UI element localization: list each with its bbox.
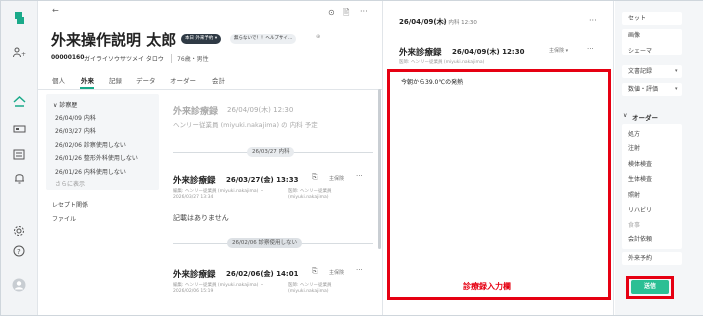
editor-more-button[interactable]: ···	[587, 45, 594, 53]
record-insurance: 主保険	[329, 270, 345, 276]
record-more-button[interactable]: ···	[356, 266, 363, 274]
user-avatar-icon[interactable]	[10, 278, 28, 292]
order-item[interactable]: 会計依頼	[622, 234, 682, 243]
record-doctor-id: (miyuki.nakajima)	[288, 195, 329, 200]
scrollbar[interactable]	[378, 89, 381, 249]
history-toggle[interactable]: ∨ 診察歴	[53, 100, 77, 109]
header-icon-2[interactable]: 🖹	[343, 7, 349, 21]
visit-badge[interactable]: 本日 外来予約 ▾	[181, 34, 222, 44]
record-divider-label: 26/03/27 内科	[247, 147, 295, 157]
record-title: 外来診療録	[173, 176, 216, 186]
patient-name: 外来操作説明 太郎	[51, 31, 177, 49]
help-icon[interactable]: ?	[10, 244, 28, 258]
home-icon[interactable]	[10, 94, 28, 108]
set-button[interactable]: セット	[622, 12, 682, 25]
record-date: 26/02/06(金) 14:01	[226, 270, 299, 278]
tab-outpatient[interactable]: 外来	[81, 75, 94, 85]
record-editor: 編集: ヘンリー従業員 (miyuki.nakajima) ・	[173, 189, 265, 194]
send-button[interactable]: 送信	[631, 280, 669, 294]
record-divider-label: 26/02/06 診察使用しない	[227, 238, 302, 248]
record-input-highlight	[387, 69, 611, 300]
show-more-link[interactable]: さらに表示	[55, 179, 85, 188]
patient-pane: ← ⊙ 🖹 ··· 外来操作説明 太郎 本日 外来予約 ▾ 無らないで！！ヘルプ…	[38, 1, 383, 315]
note-badge[interactable]: 無らないで！！ヘルプサイ…	[230, 34, 297, 44]
order-item[interactable]: 処方	[622, 129, 682, 138]
evaluation-button[interactable]: 数値・評価	[622, 83, 682, 96]
history-item[interactable]: 26/04/09 内科	[55, 113, 96, 122]
record-edited-at: 2026/02/06 15:19	[173, 289, 214, 294]
record-title: 外来診療録	[173, 270, 216, 280]
record-doctor: 医師: ヘンリー従業員	[288, 283, 332, 288]
insurance-select[interactable]: 主保険 ▾	[549, 47, 568, 54]
editor-top-dept: ∞ 内科 12:30	[442, 20, 477, 26]
editor-date: 26/04/09(木) 12:30	[452, 48, 525, 56]
record-input-field[interactable]: 今朝から39.0℃の発熱	[401, 77, 463, 86]
header-more-button[interactable]: ···	[360, 7, 368, 16]
editor-top-date: 26/04/09(木)	[399, 18, 447, 26]
schema-button[interactable]: シェーマ	[622, 45, 682, 58]
order-side-panel: セット 画像 シェーマ 文書記録 ▾ 数値・評価 ▾ ∨ オーダー 処方 注射 …	[615, 1, 703, 315]
file-link[interactable]: ファイル	[52, 214, 76, 223]
history-item[interactable]: 26/02/06 診察使用しない	[55, 140, 126, 149]
order-item[interactable]: 食事	[622, 220, 682, 229]
back-arrow-icon[interactable]: ←	[52, 6, 59, 15]
bed-icon[interactable]	[10, 122, 28, 136]
users-icon[interactable]: +	[10, 45, 28, 59]
history-item[interactable]: 26/03/27 内科	[55, 126, 96, 135]
order-item[interactable]: リハビリ	[622, 205, 682, 214]
document-button[interactable]: 文書記録	[622, 65, 682, 78]
record-date: 26/03/27(金) 13:33	[226, 176, 299, 184]
tab-personal[interactable]: 個人	[52, 75, 65, 85]
order-item[interactable]: 注射	[622, 143, 682, 152]
global-nav: + ?	[1, 1, 38, 315]
order-item[interactable]: 検体検査	[622, 159, 682, 168]
receipt-link[interactable]: レセプト関係	[52, 200, 88, 209]
patient-id: 00000160	[51, 54, 85, 61]
chevron-down-icon: ▾	[675, 68, 678, 74]
order-item[interactable]: 生体検査	[622, 174, 682, 183]
record-sub: ヘンリー従業員 (miyuki.nakajima) の 内科 予定	[173, 121, 318, 129]
record-date: 26/04/09(木) 12:30	[227, 106, 294, 114]
history-title: 診察歴	[59, 102, 78, 109]
svg-text:+: +	[21, 51, 26, 58]
outpatient-reservation-button[interactable]: 外来予約	[622, 252, 682, 265]
order-header-chevron-icon[interactable]: ∨	[623, 112, 627, 119]
record-edited-at: 2026/03/27 13:34	[173, 195, 214, 200]
order-item[interactable]: 照射	[622, 190, 682, 199]
editor-top-more[interactable]: ···	[589, 16, 597, 25]
editor-title: 外来診療録	[399, 48, 442, 58]
bell-icon[interactable]	[10, 171, 28, 185]
editor-doctor: 医師: ヘンリー従業員 (miyuki.nakajima)	[399, 60, 485, 65]
tab-divider	[38, 89, 382, 90]
record-doctor: 医師: ヘンリー従業員	[288, 189, 332, 194]
record-editor: 編集: ヘンリー従業員 (miyuki.nakajima) ・	[173, 283, 265, 288]
record-more-button[interactable]: ···	[356, 172, 363, 180]
svg-text:?: ?	[17, 248, 21, 256]
record-title: 外来診療録	[173, 107, 219, 117]
tab-records[interactable]: 記録	[109, 75, 122, 85]
history-item[interactable]: 26/01/26 整形外科使用しない	[55, 153, 138, 162]
record-doctor-id: (miyuki.nakajima)	[288, 289, 329, 294]
tab-orders[interactable]: オーダー	[170, 75, 196, 85]
copy-icon[interactable]: ⎘	[312, 173, 318, 182]
add-badge-icon[interactable]: ⊕	[316, 34, 320, 40]
patient-age-sex: 76歳・男性	[171, 54, 209, 63]
order-header: オーダー	[632, 114, 658, 122]
app-logo-icon[interactable]	[10, 11, 28, 25]
record-insurance: 主保険	[329, 176, 345, 182]
patient-kana: ガイライソウサツメイ タロウ	[84, 56, 164, 63]
chevron-down-icon: ▾	[675, 86, 678, 92]
list-icon[interactable]	[10, 147, 28, 161]
tab-billing[interactable]: 会計	[212, 75, 225, 85]
header-icon-1[interactable]: ⊙	[328, 8, 335, 17]
history-item[interactable]: 26/01/26 内科使用しない	[55, 167, 126, 176]
record-content: 記載はありません	[173, 214, 229, 222]
settings-icon[interactable]	[10, 224, 28, 238]
tab-data[interactable]: データ	[136, 75, 156, 85]
record-input-annotation: 診療録入力欄	[463, 282, 511, 291]
record-editor-pane: 26/04/09(木) ∞ 内科 12:30 ··· 外来診療録 26/04/0…	[384, 1, 614, 315]
copy-icon[interactable]: ⎘	[312, 267, 318, 276]
